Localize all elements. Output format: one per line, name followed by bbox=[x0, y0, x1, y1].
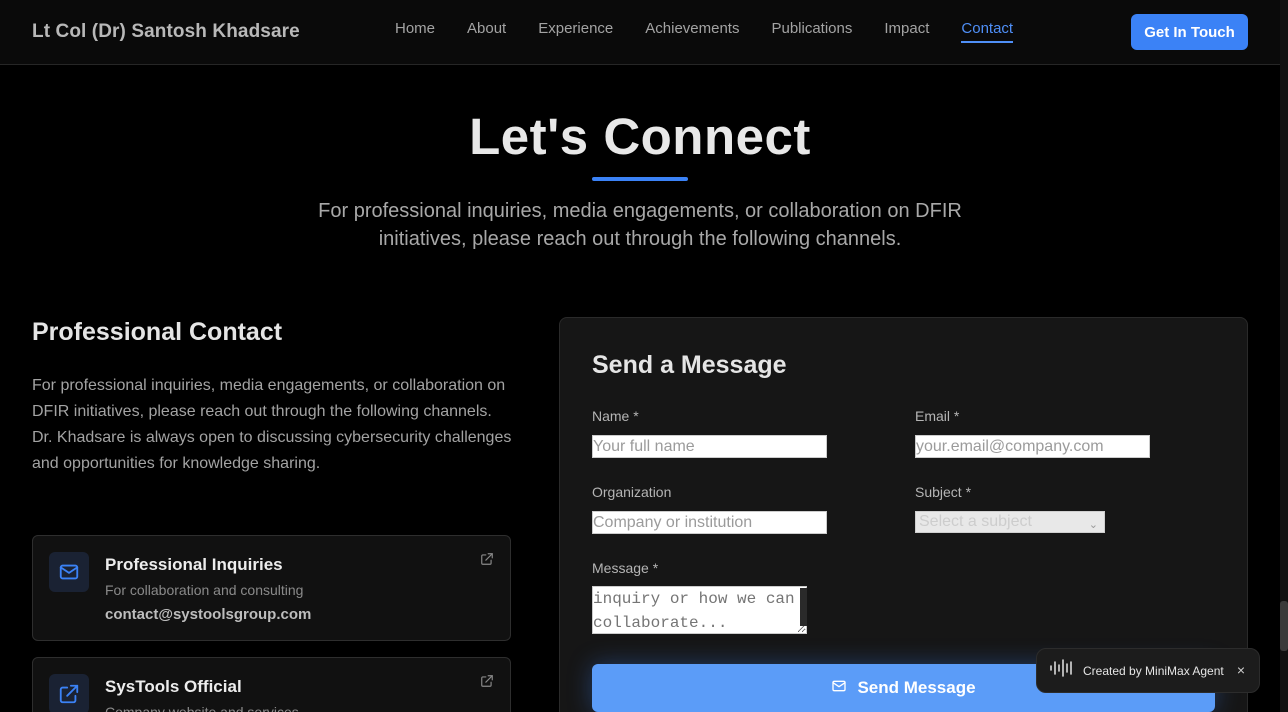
chevron-down-icon: ⌄ bbox=[1088, 519, 1098, 531]
scrollbar-thumb[interactable] bbox=[1280, 601, 1288, 651]
nav-publications[interactable]: Publications bbox=[771, 20, 852, 43]
get-in-touch-button[interactable]: Get In Touch bbox=[1131, 14, 1248, 50]
page-subtitle: For professional inquiries, media engage… bbox=[318, 200, 962, 250]
message-label: Message * bbox=[592, 560, 659, 576]
card-title: SysTools Official bbox=[105, 677, 242, 696]
nav-impact[interactable]: Impact bbox=[884, 20, 929, 43]
textarea-scrollbar[interactable] bbox=[800, 588, 807, 626]
contact-card-systools[interactable]: SysTools Official Company website and se… bbox=[32, 657, 511, 712]
organization-field[interactable] bbox=[592, 511, 827, 534]
title-underline bbox=[592, 177, 688, 181]
external-link-icon bbox=[49, 674, 89, 712]
subject-select-value: Select a subject bbox=[919, 513, 1032, 530]
email-field[interactable] bbox=[915, 435, 1150, 458]
form-title: Send a Message bbox=[592, 351, 787, 379]
organization-label: Organization bbox=[592, 484, 672, 500]
professional-contact-heading: Professional Contact bbox=[32, 318, 283, 346]
mail-icon bbox=[49, 552, 89, 592]
badge-text: Created by MiniMax Agent bbox=[1083, 663, 1224, 678]
card-subtitle: For collaboration and consulting bbox=[105, 582, 304, 598]
page-title: Let's Connect bbox=[469, 108, 811, 165]
minimax-badge[interactable]: Created by MiniMax Agent × bbox=[1036, 648, 1260, 693]
card-title: Professional Inquiries bbox=[105, 555, 283, 574]
top-navigation-bar: Lt Col (Dr) Santosh Khadsare Home About … bbox=[0, 0, 1280, 65]
close-icon[interactable]: × bbox=[1237, 662, 1245, 678]
name-field[interactable] bbox=[592, 435, 827, 458]
nav-home[interactable]: Home bbox=[395, 20, 435, 43]
mail-icon bbox=[831, 678, 847, 699]
main-nav: Home About Experience Achievements Publi… bbox=[395, 20, 1014, 43]
professional-contact-description: For professional inquiries, media engage… bbox=[32, 377, 512, 472]
site-brand[interactable]: Lt Col (Dr) Santosh Khadsare bbox=[32, 21, 300, 43]
name-label: Name * bbox=[592, 408, 639, 424]
contact-email[interactable]: contact@systoolsgroup.com bbox=[105, 606, 311, 623]
subject-label: Subject * bbox=[915, 484, 972, 500]
card-subtitle: Company website and services bbox=[105, 704, 299, 712]
message-field[interactable] bbox=[592, 586, 807, 634]
email-label: Email * bbox=[915, 408, 960, 424]
nav-achievements[interactable]: Achievements bbox=[645, 20, 739, 43]
external-link-icon[interactable] bbox=[480, 552, 494, 571]
send-message-label: Send Message bbox=[857, 678, 976, 697]
nav-about[interactable]: About bbox=[467, 20, 506, 43]
waveform-icon bbox=[1049, 658, 1075, 683]
nav-contact[interactable]: Contact bbox=[961, 20, 1014, 43]
nav-experience[interactable]: Experience bbox=[538, 20, 613, 43]
external-link-icon[interactable] bbox=[480, 674, 494, 693]
contact-card-inquiries[interactable]: Professional Inquiries For collaboration… bbox=[32, 535, 511, 641]
subject-select[interactable]: Select a subject ⌄ bbox=[915, 511, 1105, 533]
